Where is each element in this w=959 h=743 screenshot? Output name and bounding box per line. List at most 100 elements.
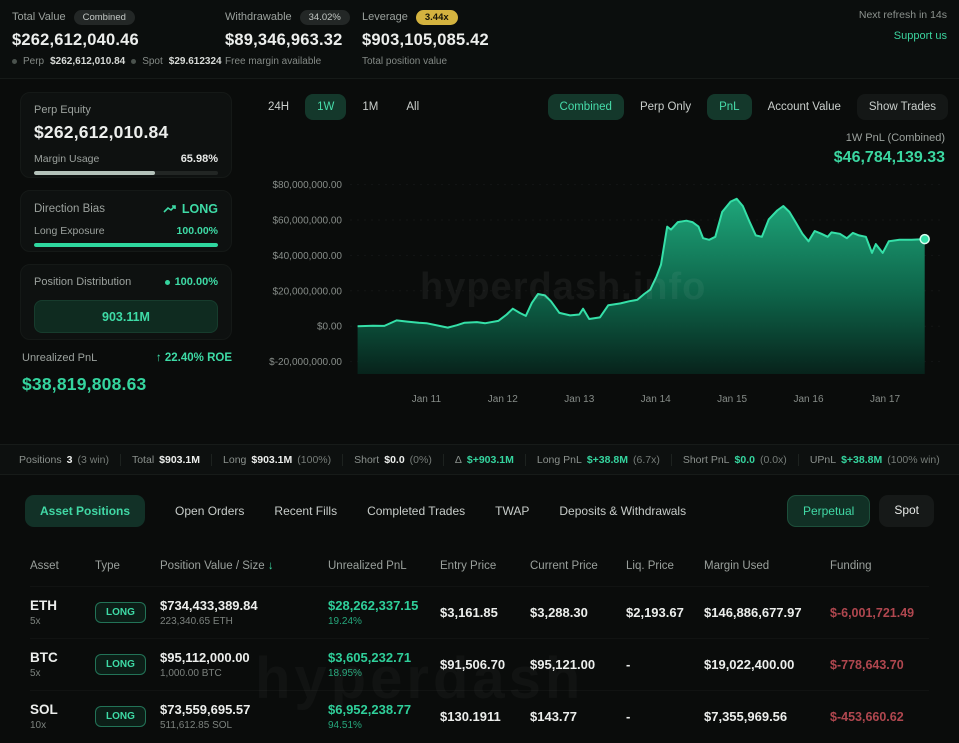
- col-type[interactable]: Type: [95, 560, 160, 572]
- perp-equity-value: $262,612,010.84: [34, 122, 218, 143]
- margin-usage-label: Margin Usage: [34, 153, 99, 165]
- tab-mode-perp-only[interactable]: Perp Only: [628, 94, 703, 120]
- svg-text:$20,000,000.00: $20,000,000.00: [272, 286, 342, 297]
- spot-value: $29.612324: [169, 56, 222, 67]
- spot-label: Spot: [142, 56, 163, 67]
- sort-desc-icon: ↓: [268, 560, 274, 572]
- col-asset[interactable]: Asset: [30, 560, 95, 572]
- total-value-label: Total Value: [12, 11, 66, 23]
- show-trades-button[interactable]: Show Trades: [857, 94, 948, 120]
- toggle-perpetual[interactable]: Perpetual: [787, 495, 870, 527]
- total-value-amount: $262,612,040.46: [12, 31, 222, 50]
- support-us-link[interactable]: Support us: [859, 30, 947, 42]
- position-value: $734,433,389.84: [160, 598, 328, 613]
- withdrawable-label: Withdrawable: [225, 11, 292, 23]
- margin-usage-bar-fill: [34, 171, 155, 175]
- svg-text:Jan 14: Jan 14: [641, 394, 671, 405]
- tab-range-all[interactable]: All: [394, 94, 431, 120]
- chart-controls: 24H 1W 1M All Combined Perp Only PnL Acc…: [256, 94, 948, 120]
- mode-tab-group: Combined Perp Only PnL Account Value Sho…: [548, 94, 948, 120]
- tab-recent-fills[interactable]: Recent Fills: [274, 504, 337, 518]
- liq-price: -: [626, 709, 704, 724]
- withdrawable-amount: $89,346,963.32: [225, 31, 350, 50]
- current-price: $95,121.00: [530, 657, 626, 672]
- long-exposure-value: 100.00%: [177, 225, 218, 237]
- table-header-row: Asset Type Position Value / Size ↓ Unrea…: [30, 546, 929, 586]
- position-value: $95,112,000.00: [160, 650, 328, 665]
- long-exposure-bar-fill: [34, 243, 218, 247]
- funding: $-6,001,721.49: [830, 606, 929, 620]
- roe-value: ↑ 22.40% ROE: [156, 352, 232, 364]
- chart-pnl-label: 1W PnL (Combined): [834, 132, 945, 144]
- tab-range-1w[interactable]: 1W: [305, 94, 346, 120]
- stat-short: Short $0.0 (0%): [342, 454, 443, 466]
- position-type-badge: LONG: [95, 654, 146, 675]
- position-type-badge: LONG: [95, 602, 146, 623]
- unrealized-pnl-block: Unrealized PnL ↑ 22.40% ROE $38,819,808.…: [22, 352, 232, 395]
- spot-dot-icon: [131, 59, 136, 64]
- position-value: $73,559,695.57: [160, 702, 328, 717]
- position-type-badge: LONG: [95, 706, 146, 727]
- col-current-price[interactable]: Current Price: [530, 560, 626, 572]
- margin-used: $7,355,969.56: [704, 709, 830, 724]
- col-position-value[interactable]: Position Value / Size ↓: [160, 560, 328, 572]
- asset-leverage: 5x: [30, 616, 95, 627]
- chart-pnl-value: $46,784,139.33: [834, 149, 945, 167]
- toggle-spot[interactable]: Spot: [879, 495, 934, 527]
- long-exposure-bar: [34, 243, 218, 247]
- col-funding[interactable]: Funding: [830, 560, 929, 572]
- position-distribution-card: Position Distribution 100.00% 903.11M: [20, 264, 232, 340]
- svg-text:Jan 12: Jan 12: [488, 394, 518, 405]
- tab-asset-positions[interactable]: Asset Positions: [25, 495, 145, 527]
- tab-range-24h[interactable]: 24H: [256, 94, 301, 120]
- entry-price: $3,161.85: [440, 605, 530, 620]
- table-row-btc[interactable]: BTC5x LONG $95,112,000.001,000.00 BTC $3…: [30, 638, 929, 690]
- tab-metric-account-value[interactable]: Account Value: [756, 94, 853, 120]
- asset-positions-table: Asset Type Position Value / Size ↓ Unrea…: [0, 546, 959, 743]
- funding: $-453,660.62: [830, 710, 929, 724]
- svg-text:Jan 13: Jan 13: [564, 394, 594, 405]
- leverage-stat: Leverage 3.44x $903,105,085.42 Total pos…: [362, 8, 489, 67]
- tab-open-orders[interactable]: Open Orders: [175, 504, 244, 518]
- asset-leverage: 10x: [30, 720, 95, 731]
- withdrawable-sub: Free margin available: [225, 56, 350, 67]
- unrealized-pnl-pct: 19.24%: [328, 616, 440, 627]
- direction-bias-value: LONG: [182, 202, 218, 216]
- margin-usage-value: 65.98%: [181, 153, 218, 165]
- tab-twap[interactable]: TWAP: [495, 504, 529, 518]
- tab-deposits-withdrawals[interactable]: Deposits & Withdrawals: [559, 504, 686, 518]
- perp-dot-icon: [12, 59, 17, 64]
- market-toggle: Perpetual Spot: [787, 495, 934, 527]
- svg-text:Jan 16: Jan 16: [793, 394, 823, 405]
- asset-symbol: ETH: [30, 598, 95, 613]
- withdrawable-pct-badge: 34.02%: [300, 10, 350, 25]
- table-row-sol[interactable]: SOL10x LONG $73,559,695.57511,612.85 SOL…: [30, 690, 929, 742]
- stat-delta: Δ $+903.1M: [443, 454, 525, 466]
- perp-label: Perp: [23, 56, 44, 67]
- table-row-eth[interactable]: ETH5x LONG $734,433,389.84223,340.65 ETH…: [30, 586, 929, 638]
- asset-symbol: SOL: [30, 702, 95, 717]
- tab-completed-trades[interactable]: Completed Trades: [367, 504, 465, 518]
- margin-used: $146,886,677.97: [704, 605, 830, 620]
- lower-tab-bar: Asset Positions Open Orders Recent Fills…: [0, 490, 959, 532]
- top-stats-bar: Total Value Combined $262,612,040.46 Per…: [0, 0, 959, 79]
- tab-mode-combined[interactable]: Combined: [548, 94, 624, 120]
- col-unrealized-pnl[interactable]: Unrealized PnL: [328, 560, 440, 572]
- trend-up-icon: [163, 204, 177, 214]
- svg-text:Jan 17: Jan 17: [870, 394, 900, 405]
- range-tab-group: 24H 1W 1M All: [256, 94, 431, 120]
- unrealized-pnl-value: $38,819,808.63: [22, 374, 232, 395]
- col-entry-price[interactable]: Entry Price: [440, 560, 530, 572]
- col-margin-used[interactable]: Margin Used: [704, 560, 830, 572]
- position-size: 1,000.00 BTC: [160, 668, 328, 679]
- tab-metric-pnl[interactable]: PnL: [707, 94, 751, 120]
- entry-price: $130.1911: [440, 709, 530, 724]
- stat-positions-count: Positions 3 (3 win): [8, 454, 120, 466]
- unrealized-pnl: $6,952,238.77: [328, 702, 440, 717]
- stat-short-pnl: Short PnL $0.0 (0.0x): [671, 454, 798, 466]
- col-liq-price[interactable]: Liq. Price: [626, 560, 704, 572]
- distribution-total-segment[interactable]: 903.11M: [34, 300, 218, 333]
- tab-range-1m[interactable]: 1M: [350, 94, 390, 120]
- combined-badge: Combined: [74, 10, 135, 25]
- total-value-stat: Total Value Combined $262,612,040.46 Per…: [12, 8, 222, 67]
